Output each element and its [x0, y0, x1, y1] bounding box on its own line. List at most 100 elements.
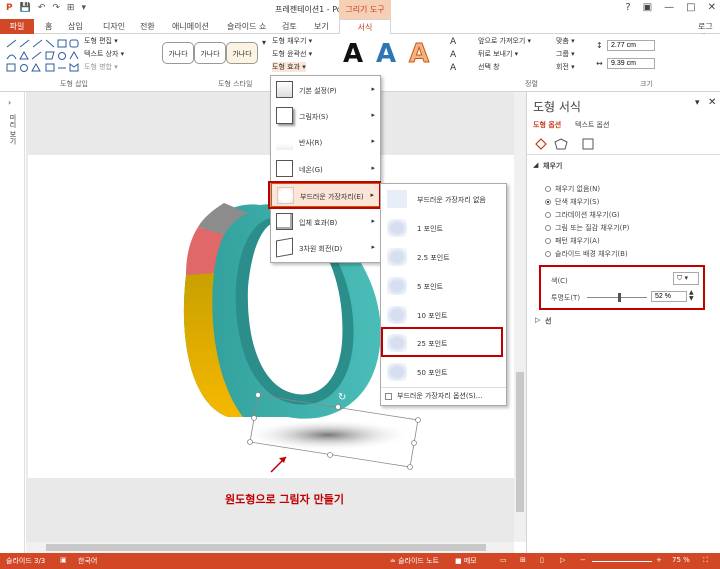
- line-section-header[interactable]: 선: [545, 316, 551, 326]
- merge-shapes-button[interactable]: 도형 병합 ▾: [84, 62, 118, 72]
- reading-view-icon[interactable]: ▯: [540, 556, 544, 564]
- soft-edges-submenu: 부드러운 가장자리 없음 1 포인트 2.5 포인트 5 포인트 10 포인트 …: [380, 183, 507, 406]
- menu-item-label: 입체 효과(B): [299, 219, 338, 227]
- soft-edge-none[interactable]: 부드러운 가장자리 없음: [383, 186, 504, 212]
- selection-pane-button[interactable]: 선택 창: [478, 62, 500, 72]
- vertical-scrollbar[interactable]: [514, 92, 526, 542]
- zoom-slider[interactable]: [592, 561, 652, 562]
- panel-close-icon[interactable]: ✕: [708, 97, 716, 108]
- zoom-level[interactable]: 75 %: [672, 556, 690, 564]
- shape-style-1[interactable]: 가나다: [162, 42, 194, 64]
- menu-item-preset[interactable]: 기본 설정(P) ▸: [271, 78, 380, 102]
- slide-thumbnail-pane[interactable]: › 미리 보기: [0, 92, 25, 553]
- text-effects-icon[interactable]: A: [450, 63, 456, 73]
- comments-button[interactable]: ■ 메모: [455, 556, 477, 566]
- menu-item-bevel[interactable]: 입체 효과(B) ▸: [271, 210, 380, 234]
- wordart-style-3[interactable]: A: [408, 39, 429, 70]
- menu-item-shadow[interactable]: 그림자(S) ▸: [271, 104, 380, 128]
- tab-transitions[interactable]: 전환: [140, 19, 155, 34]
- soft-edge-2-5pt[interactable]: 2.5 포인트: [383, 244, 504, 270]
- fill-line-icon[interactable]: [535, 138, 547, 150]
- soft-edge-options-link[interactable]: 부드러운 가장자리 옵션(S)...: [385, 391, 482, 401]
- vertical-scroll-thumb[interactable]: [516, 372, 524, 512]
- shape-effects-button[interactable]: 도형 효과 ▾: [272, 62, 306, 72]
- tab-review[interactable]: 검토: [282, 19, 297, 34]
- zoom-out-icon[interactable]: −: [580, 556, 586, 564]
- gallery-more-icon[interactable]: ▾: [262, 38, 266, 47]
- minimize-icon[interactable]: —: [664, 2, 674, 13]
- tab-text-options[interactable]: 텍스트 옵션: [575, 120, 609, 130]
- horizontal-scrollbar[interactable]: [26, 542, 514, 553]
- sign-in-link[interactable]: 로그인: [698, 19, 720, 42]
- wordart-style-2[interactable]: A: [376, 39, 396, 69]
- radio-icon: [545, 225, 551, 231]
- tab-home[interactable]: 홈: [45, 19, 52, 34]
- customize-qat-icon[interactable]: ▾: [81, 3, 86, 13]
- panel-options-icon[interactable]: ▾: [695, 98, 700, 108]
- expand-pane-icon[interactable]: ›: [8, 98, 11, 107]
- help-icon[interactable]: ?: [625, 2, 630, 13]
- bring-forward-button[interactable]: 앞으로 가져오기 ▾: [478, 36, 531, 46]
- group-button[interactable]: 그룹 ▾: [556, 49, 575, 59]
- shape-style-3[interactable]: 가나다: [226, 42, 258, 64]
- shape-height-input[interactable]: [607, 40, 655, 51]
- fill-option-gradient[interactable]: 그라데이션 채우기(G): [545, 210, 620, 220]
- text-outline-icon[interactable]: A: [450, 50, 456, 60]
- send-backward-button[interactable]: 뒤로 보내기 ▾: [478, 49, 518, 59]
- fill-option-slide-background[interactable]: 슬라이드 배경 채우기(B): [545, 249, 628, 259]
- shape-style-2[interactable]: 가나다: [194, 42, 226, 64]
- soft-edge-10pt[interactable]: 10 포인트: [383, 302, 504, 328]
- maximize-icon[interactable]: □: [686, 2, 695, 13]
- shape-width-input[interactable]: [607, 58, 655, 69]
- ribbon-display-icon[interactable]: ▣: [643, 2, 652, 13]
- menu-item-3d-rotation[interactable]: 3차원 회전(D) ▸: [271, 236, 380, 260]
- menu-item-reflection[interactable]: 반사(R) ▸: [271, 130, 380, 154]
- shape-outline-button[interactable]: 도형 윤곽선 ▾: [272, 49, 312, 59]
- align-button[interactable]: 맞춤 ▾: [556, 36, 575, 46]
- start-from-beginning-icon[interactable]: ⊞: [67, 3, 75, 13]
- fill-option-pattern[interactable]: 패턴 채우기(A): [545, 236, 600, 246]
- tab-design[interactable]: 디자인: [103, 19, 125, 34]
- horizontal-scroll-thumb[interactable]: [46, 544, 486, 551]
- tab-view[interactable]: 보기: [314, 19, 329, 34]
- text-box-button[interactable]: 텍스트 상자 ▾: [84, 49, 124, 59]
- normal-view-icon[interactable]: ▭: [500, 556, 507, 564]
- effects-icon[interactable]: [554, 138, 568, 150]
- size-properties-icon[interactable]: [582, 138, 594, 150]
- line-section-toggle-icon[interactable]: ▷: [535, 316, 540, 324]
- soft-edge-50pt[interactable]: 50 포인트: [383, 359, 504, 385]
- undo-icon[interactable]: ↶: [38, 3, 46, 13]
- shape-fill-button[interactable]: 도형 채우기 ▾: [272, 36, 312, 46]
- fill-option-picture[interactable]: 그림 또는 질감 채우기(P): [545, 223, 629, 233]
- fill-option-solid[interactable]: 단색 채우기(S): [545, 197, 599, 207]
- rotate-handle-icon[interactable]: ↻: [338, 392, 346, 403]
- slideshow-view-icon[interactable]: ▷: [560, 556, 565, 564]
- close-icon[interactable]: ✕: [708, 2, 716, 13]
- notes-button[interactable]: ≐ 슬라이드 노트: [390, 556, 439, 566]
- save-icon[interactable]: 💾: [20, 3, 31, 13]
- tab-format[interactable]: 서식: [339, 19, 391, 35]
- tab-animations[interactable]: 애니메이션: [172, 19, 209, 34]
- tab-file[interactable]: 파일: [0, 19, 34, 34]
- redo-icon[interactable]: ↷: [52, 3, 60, 13]
- edit-shape-button[interactable]: 도형 편집 ▾: [84, 36, 118, 46]
- wordart-style-1[interactable]: A: [343, 39, 363, 69]
- fill-section-header[interactable]: 채우기: [543, 161, 562, 171]
- zoom-in-icon[interactable]: +: [656, 556, 662, 564]
- soft-edge-label: 50 포인트: [417, 369, 448, 377]
- slide-sorter-icon[interactable]: ⊞: [520, 556, 526, 564]
- rotate-button[interactable]: 회전 ▾: [556, 62, 575, 72]
- tab-shape-options[interactable]: 도형 옵션: [533, 120, 561, 130]
- fill-section-toggle-icon[interactable]: ◢: [533, 161, 538, 169]
- spell-check-icon[interactable]: ▣: [60, 556, 67, 564]
- soft-edge-5pt[interactable]: 5 포인트: [383, 273, 504, 299]
- tab-slideshow[interactable]: 슬라이드 쇼: [227, 19, 266, 34]
- soft-edge-1pt[interactable]: 1 포인트: [383, 215, 504, 241]
- text-fill-icon[interactable]: A: [450, 37, 456, 47]
- shape-gallery[interactable]: [4, 37, 80, 73]
- language-indicator[interactable]: 한국어: [78, 556, 97, 566]
- tab-insert[interactable]: 삽입: [68, 19, 83, 34]
- menu-item-glow[interactable]: 네온(G) ▸: [271, 157, 380, 181]
- fill-option-none[interactable]: 채우기 없음(N): [545, 184, 600, 194]
- fit-slide-icon[interactable]: ⛶: [703, 556, 708, 565]
